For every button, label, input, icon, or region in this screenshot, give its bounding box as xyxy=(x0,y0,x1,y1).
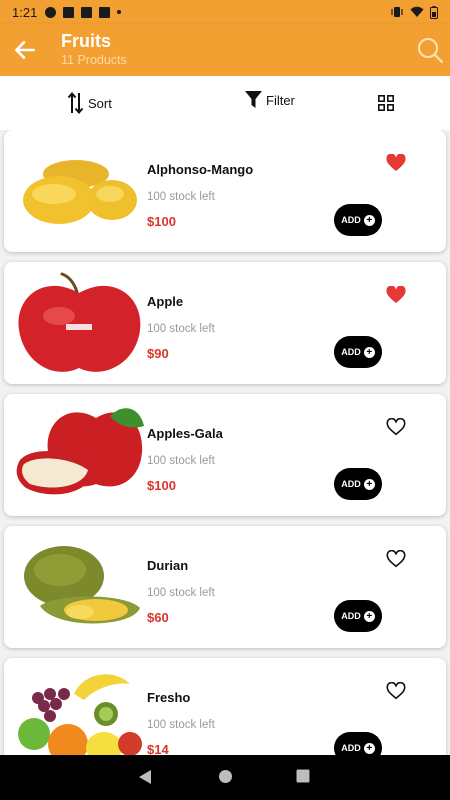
sort-filter-toolbar: Sort Filter xyxy=(0,76,450,130)
grid-view-button[interactable] xyxy=(378,95,394,111)
search-icon[interactable] xyxy=(416,36,444,64)
system-navigation-bar xyxy=(0,755,450,800)
plus-icon: + xyxy=(363,214,375,226)
status-time: 1:21 xyxy=(12,4,38,20)
add-label: ADD xyxy=(341,347,361,357)
product-price: $100 xyxy=(147,214,176,229)
favorite-filled-icon[interactable] xyxy=(386,154,406,172)
apples-gala-image xyxy=(16,408,144,495)
mango-image xyxy=(23,160,137,224)
product-stock: 100 stock left xyxy=(147,719,215,731)
product-name: Durian xyxy=(147,558,189,573)
more-notifications-icon xyxy=(117,10,122,14)
add-to-cart-button[interactable]: ADD + xyxy=(334,204,382,236)
product-price: $14 xyxy=(147,742,169,755)
product-stock: 100 stock left xyxy=(147,191,215,203)
product-price: $90 xyxy=(147,346,169,361)
status-bar: 1:21 xyxy=(0,0,450,24)
image-icon xyxy=(99,6,111,18)
product-stock: 100 stock left xyxy=(147,323,215,335)
app-bar: Fruits 11 Products xyxy=(0,24,450,76)
sort-button[interactable]: Sort xyxy=(67,91,112,115)
add-to-cart-button[interactable]: ADD + xyxy=(334,732,382,755)
product-card[interactable]: Durian 100 stock left $60 ADD + xyxy=(4,526,446,648)
filter-button[interactable]: Filter xyxy=(245,91,295,109)
add-to-cart-button[interactable]: ADD + xyxy=(334,600,382,632)
product-card[interactable]: Alphonso-Mango 100 stock left $100 ADD + xyxy=(4,130,446,252)
product-name: Apple xyxy=(147,294,184,309)
product-stock: 100 stock left xyxy=(147,587,215,599)
add-label: ADD xyxy=(341,611,361,621)
mixed-fruits-image xyxy=(18,674,142,755)
notification-icon xyxy=(45,6,57,18)
plus-icon: + xyxy=(363,742,375,754)
wifi-icon xyxy=(410,6,424,17)
plus-icon: + xyxy=(363,610,375,622)
battery-icon xyxy=(430,5,438,19)
product-card[interactable]: Fresho 100 stock left $14 ADD + xyxy=(4,658,446,755)
notification-icon xyxy=(81,6,93,18)
product-name: Apples-Gala xyxy=(147,426,223,441)
filter-label: Filter xyxy=(266,92,295,108)
favorite-outline-icon[interactable] xyxy=(386,682,406,700)
product-price: $100 xyxy=(147,478,176,493)
favorite-filled-icon[interactable] xyxy=(386,286,406,304)
nav-home-icon[interactable] xyxy=(218,769,233,784)
add-label: ADD xyxy=(341,479,361,489)
vibrate-icon xyxy=(391,7,403,17)
favorite-outline-icon[interactable] xyxy=(386,550,406,568)
add-to-cart-button[interactable]: ADD + xyxy=(334,468,382,500)
favorite-outline-icon[interactable] xyxy=(386,418,406,436)
grid-view-icon xyxy=(378,95,394,111)
back-arrow-icon[interactable] xyxy=(12,37,38,63)
nav-recents-icon[interactable] xyxy=(296,769,310,783)
product-stock: 100 stock left xyxy=(147,455,215,467)
add-to-cart-button[interactable]: ADD + xyxy=(334,336,382,368)
product-count: 11 Products xyxy=(61,53,127,67)
plus-icon: + xyxy=(363,478,375,490)
page-title: Fruits xyxy=(61,31,112,51)
durian-image xyxy=(24,546,140,624)
product-name: Alphonso-Mango xyxy=(147,162,254,177)
gmail-icon xyxy=(63,6,75,18)
sort-icon xyxy=(67,91,84,115)
filter-icon xyxy=(245,91,262,108)
nav-back-icon[interactable] xyxy=(138,769,152,785)
sort-label: Sort xyxy=(88,95,112,111)
product-card[interactable]: Apple 100 stock left $90 ADD + xyxy=(4,262,446,384)
product-price: $60 xyxy=(147,610,169,625)
product-name: Fresho xyxy=(147,690,191,705)
product-card[interactable]: Apples-Gala 100 stock left $100 ADD + xyxy=(4,394,446,516)
add-label: ADD xyxy=(341,743,361,753)
add-label: ADD xyxy=(341,215,361,225)
product-list: Alphonso-Mango 100 stock left $100 ADD +… xyxy=(0,130,450,755)
apple-image xyxy=(18,272,141,372)
plus-icon: + xyxy=(363,346,375,358)
